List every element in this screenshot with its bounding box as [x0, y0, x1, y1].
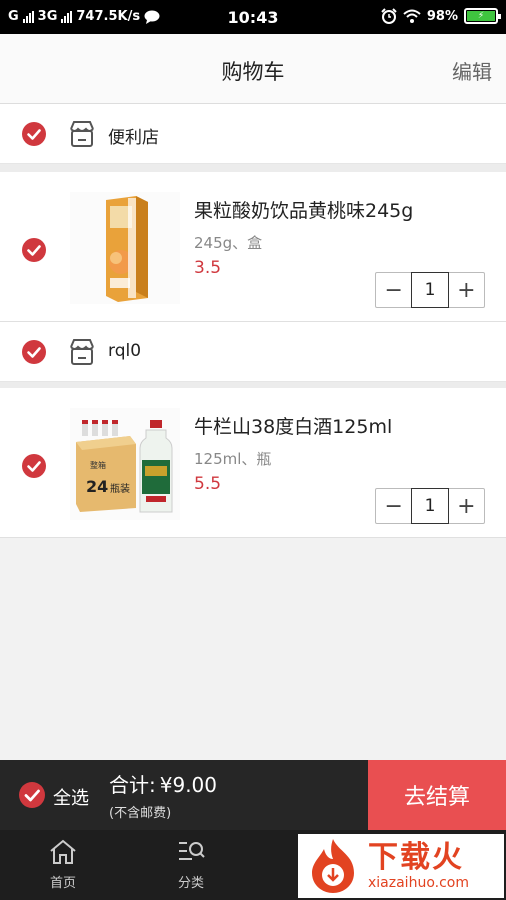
- watermark-title: 下载火: [368, 840, 464, 875]
- product-price: 5.5: [194, 474, 222, 494]
- page-header: 购物车 编辑: [0, 34, 506, 104]
- tab-category[interactable]: 分类: [146, 838, 236, 891]
- product-spec: 245g、盒: [194, 234, 263, 252]
- select-all-checkbox-icon[interactable]: [18, 781, 46, 809]
- product-image-baijiu-box[interactable]: 整箱 24 瓶装: [70, 408, 180, 520]
- product-price: 3.5: [194, 258, 222, 278]
- cart-item-row: 整箱 24 瓶装 牛栏山38度白酒125ml 125ml、瓶 5.5 − 1 +: [0, 388, 506, 538]
- edit-button[interactable]: 编辑: [452, 56, 492, 85]
- box-label-top: 整箱: [90, 460, 106, 470]
- checkout-button[interactable]: 去结算: [368, 760, 506, 830]
- wifi-icon: [403, 9, 421, 23]
- section-divider: [0, 164, 506, 172]
- status-bar: G 3G 747.5K/s 10:43 98% ⚡: [0, 0, 506, 34]
- tab-label: 首页: [49, 876, 76, 891]
- watermark-url: xiazaihuo.com: [368, 875, 469, 891]
- shop-icon: [70, 339, 94, 365]
- product-name[interactable]: 果粒酸奶饮品黄桃味245g: [194, 196, 413, 223]
- battery-icon: ⚡: [464, 8, 501, 24]
- tab-home[interactable]: 首页: [18, 838, 108, 891]
- box-label-number: 24: [86, 477, 108, 496]
- item-checkbox-checked-icon[interactable]: [22, 454, 46, 478]
- checkout-bar: 全选 合计: ¥9.00 (不含邮费) 去结算: [0, 760, 506, 830]
- quantity-input[interactable]: 1: [411, 272, 449, 308]
- store-header-row: 便利店: [0, 104, 506, 164]
- increase-quantity-button[interactable]: +: [449, 273, 484, 307]
- battery-percent: 98%: [426, 8, 458, 24]
- shipping-note: (不含邮费): [109, 806, 172, 821]
- store-name[interactable]: rql0: [108, 341, 141, 361]
- cart-item-row: 果粒酸奶饮品黄桃味245g 245g、盒 3.5 − 1 +: [0, 172, 506, 322]
- increase-quantity-button[interactable]: +: [449, 489, 484, 523]
- store-checkbox-checked-icon[interactable]: [22, 122, 46, 146]
- store-name[interactable]: 便利店: [108, 123, 159, 148]
- fire-logo-icon: [312, 839, 354, 893]
- product-name[interactable]: 牛栏山38度白酒125ml: [194, 412, 392, 439]
- decrease-quantity-button[interactable]: −: [376, 489, 411, 523]
- shop-icon: [70, 121, 94, 147]
- total-label: 合计:: [109, 773, 156, 797]
- home-icon: [50, 839, 76, 864]
- store-checkbox-checked-icon[interactable]: [22, 340, 46, 364]
- product-spec: 125ml、瓶: [194, 450, 272, 468]
- decrease-quantity-button[interactable]: −: [376, 273, 411, 307]
- item-checkbox-checked-icon[interactable]: [22, 238, 46, 262]
- quantity-input[interactable]: 1: [411, 488, 449, 524]
- store-header-row: rql0: [0, 322, 506, 382]
- tab-label: 分类: [177, 876, 204, 891]
- select-all-label[interactable]: 全选: [53, 784, 89, 810]
- category-search-icon: [179, 842, 205, 860]
- alarm-icon: [381, 8, 397, 24]
- watermark: 下载火 xiazaihuo.com: [298, 834, 504, 898]
- product-image-yogurt-carton[interactable]: [70, 192, 180, 304]
- box-label-bottom: 瓶装: [110, 482, 130, 495]
- page-title: 购物车: [221, 60, 285, 84]
- total-amount: ¥9.00: [159, 773, 218, 797]
- quantity-stepper: − 1 +: [375, 272, 485, 308]
- total-summary: 合计: ¥9.00: [109, 769, 217, 798]
- quantity-stepper: − 1 +: [375, 488, 485, 524]
